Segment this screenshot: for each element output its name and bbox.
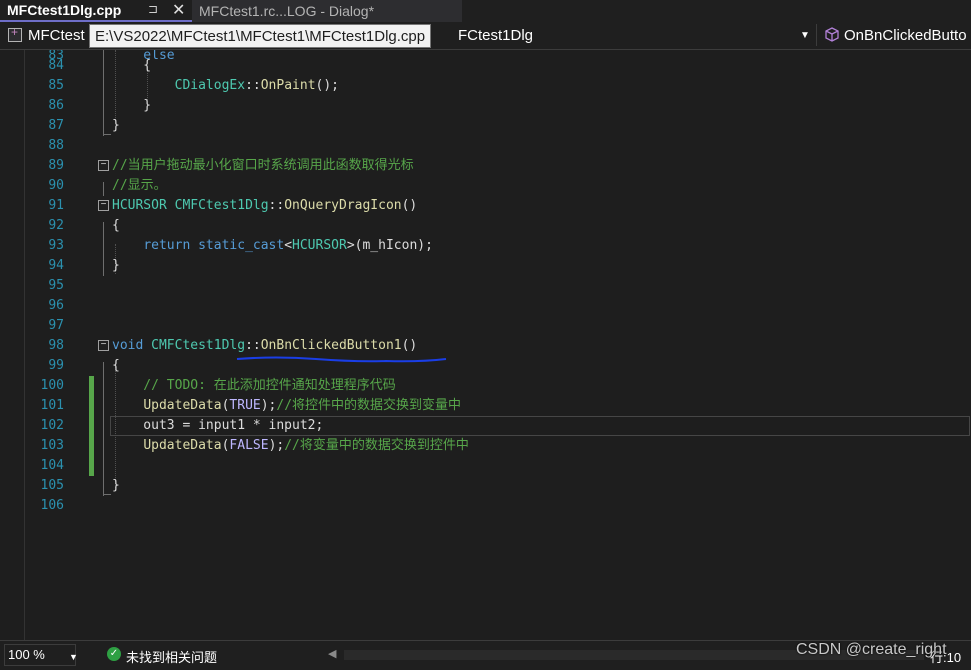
tab-title: MFCtest1.rc...LOG - Dialog* [199,3,375,19]
code-line: 97 [0,316,971,336]
tab-strip: MFCtest1Dlg.cpp ⊐ ✕ MFCtest1.rc...LOG - … [0,0,971,22]
code-line: 86 } [0,96,971,116]
code-line: 106 [0,496,971,516]
line-number: 90 [48,178,64,193]
code-line: 88 [0,136,971,156]
line-number: 88 [48,138,64,153]
code-line: 84 { [0,56,971,76]
code-text: HCURSOR CMFCtest1Dlg::OnQueryDragIcon() [112,198,418,213]
line-number: 91 [48,198,64,213]
project-dropdown[interactable]: MFCtest [28,27,85,44]
code-text: { [112,218,120,233]
line-number: 105 [40,478,64,493]
tab-mfctest1dlg-cpp[interactable]: MFCtest1Dlg.cpp ⊐ ✕ [0,0,192,22]
zoom-level: 100 % [8,647,45,662]
code-text: CDialogEx::OnPaint(); [174,78,340,93]
line-number: 85 [48,78,64,93]
chevron-down-icon[interactable]: ▼ [800,30,810,41]
line-number: 95 [48,278,64,293]
code-line: 91 − HCURSOR CMFCtest1Dlg::OnQueryDragIc… [0,196,971,216]
code-line: 87 } [0,116,971,136]
line-number: 87 [48,118,64,133]
code-text: } [112,118,120,133]
line-number: 96 [48,298,64,313]
line-number: 86 [48,98,64,113]
line-number: 104 [40,458,64,473]
code-line: 96 [0,296,971,316]
code-line: 98 − void CMFCtest1Dlg::OnBnClickedButto… [0,336,971,356]
code-text: } [112,98,152,113]
line-number: 84 [48,58,64,73]
line-number: 100 [40,378,64,393]
file-path-tooltip: E:\VS2022\MFCtest1\MFCtest1\MFCtest1Dlg.… [89,24,432,48]
code-line: 95 [0,276,971,296]
code-text: { [112,358,120,373]
code-text: { [112,58,152,73]
annotation-underline [236,356,447,363]
chevron-down-icon: ▼ [69,652,78,662]
line-number: 103 [40,438,64,453]
line-number: 102 [40,418,64,433]
code-text: return static_cast<HCURSOR>(m_hIcon); [143,238,433,253]
project-icon [8,25,22,42]
code-text: } [112,258,120,273]
tab-mfctest1-rc-dialog[interactable]: MFCtest1.rc...LOG - Dialog* [192,0,462,22]
code-line: 103 UpdateData(FALSE);//将变量中的数据交换到控件中 [0,436,971,456]
divider [816,24,817,46]
code-line: 102 out3 = input1 * input2; [0,416,971,436]
code-text: } [112,478,120,493]
collapse-icon[interactable]: − [98,340,109,351]
code-line: 92 { [0,216,971,236]
code-text: // TODO: 在此添加控件通知处理程序代码 [112,378,396,393]
check-circle-icon: ✓ [107,647,121,661]
code-text: //显示。 [112,178,167,193]
line-number: 99 [48,358,64,373]
line-number: 98 [48,338,64,353]
code-line: 104 [0,456,971,476]
code-line: 93 return static_cast<HCURSOR>(m_hIcon); [0,236,971,256]
member-dropdown[interactable]: OnBnClickedButto [844,27,967,44]
code-line: 85 CDialogEx::OnPaint(); [0,76,971,96]
line-number: 93 [48,238,64,253]
line-number: 89 [48,158,64,173]
watermark-text: CSDN @create_right [796,641,947,658]
code-text: //当用户拖动最小化窗口时系统调用此函数取得光标 [112,158,414,173]
code-line: 105 } [0,476,971,496]
issues-status[interactable]: 未找到相关问题 [126,647,217,666]
collapse-icon[interactable]: − [98,200,109,211]
code-line: 89 − //当用户拖动最小化窗口时系统调用此函数取得光标 [0,156,971,176]
code-line: 100 // TODO: 在此添加控件通知处理程序代码 [0,376,971,396]
zoom-dropdown[interactable]: 100 % ▼ [4,644,78,666]
line-number: 97 [48,318,64,333]
tab-title: MFCtest1Dlg.cpp [7,2,122,18]
code-line: 99 { [0,356,971,376]
code-text: UpdateData(TRUE);//将控件中的数据交换到变量中 [143,398,462,413]
code-line: 94 } [0,256,971,276]
pin-icon[interactable]: ⊐ [148,2,158,16]
close-icon[interactable]: ✕ [172,0,185,20]
method-cube-icon [824,27,840,43]
code-line: 90 //显示。 [0,176,971,196]
collapse-icon[interactable]: − [98,160,109,171]
line-number: 94 [48,258,64,273]
line-number: 101 [40,398,64,413]
line-number: 92 [48,218,64,233]
line-number: 106 [40,498,64,513]
code-text: UpdateData(FALSE);//将变量中的数据交换到控件中 [143,438,469,453]
scroll-left-arrow-icon[interactable]: ◀ [328,647,336,660]
code-editor[interactable]: 83 else 84 { 85 CDialogEx::OnPaint(); 86… [0,50,971,640]
class-dropdown[interactable]: FCtest1Dlg [458,27,533,44]
code-line: 101 UpdateData(TRUE);//将控件中的数据交换到变量中 [0,396,971,416]
code-text: out3 = input1 * input2; [112,418,324,433]
